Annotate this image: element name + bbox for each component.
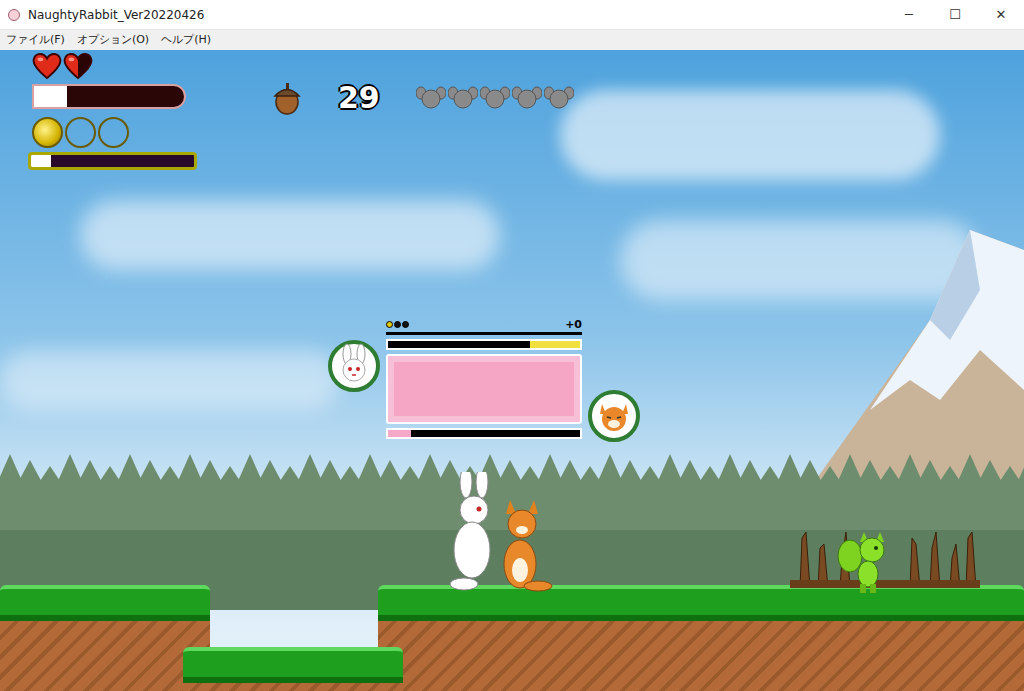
rabbit-head-icon — [448, 84, 478, 110]
cloud — [560, 90, 940, 180]
encounter-panel: +0 — [328, 318, 640, 442]
rabbit-head-icon — [544, 84, 574, 110]
charge-bar — [28, 152, 197, 170]
broken-fence — [790, 528, 980, 588]
pip — [402, 321, 409, 328]
menu-bar: ファイル(F)オプション(O)ヘルプ(H) — [0, 30, 1024, 50]
encounter-gauges: +0 — [386, 318, 582, 442]
meter-bar — [386, 428, 582, 439]
coin-slot — [65, 117, 96, 148]
window-control-button[interactable]: ☐ — [932, 0, 978, 30]
menu-item[interactable]: ヘルプ(H) — [155, 32, 217, 49]
lower-platform — [183, 647, 403, 691]
rabbit-head-icon — [416, 84, 446, 110]
menu-item[interactable]: オプション(O) — [71, 32, 155, 49]
pip — [386, 321, 393, 328]
stamina-bar — [386, 339, 582, 350]
acorn-count: 29 — [338, 80, 380, 116]
window-control-button[interactable]: ─ — [886, 0, 932, 30]
title-bar: NaughtyRabbit_Ver20220426─☐✕ — [0, 0, 1024, 30]
rabbit-head-icon — [512, 84, 542, 110]
hearts — [32, 52, 197, 80]
green-creature-sprite — [836, 526, 892, 594]
rabbit-head-icon — [480, 84, 510, 110]
game-canvas: 29 +0 — [0, 50, 1024, 691]
encounter-view — [386, 354, 582, 424]
encounter-score: +0 — [565, 318, 582, 331]
rabbit-face-icon — [328, 340, 380, 392]
player-characters — [428, 472, 558, 597]
acorn-counter: 29 — [272, 80, 380, 116]
green-creature — [836, 526, 892, 594]
menu-item[interactable]: ファイル(F) — [0, 32, 71, 49]
window-control-button[interactable]: ✕ — [978, 0, 1024, 30]
fox-face-icon — [588, 390, 640, 442]
cloud — [620, 220, 980, 300]
lives — [416, 84, 574, 110]
ground-platform — [0, 585, 210, 691]
characters-sprite — [428, 472, 558, 597]
heart-icon — [63, 52, 93, 80]
health-bar — [32, 84, 186, 109]
pip — [394, 321, 401, 328]
heart-icon — [32, 52, 62, 80]
coin-slot — [98, 117, 129, 148]
coin-slot — [32, 117, 63, 148]
acorn-icon — [272, 81, 302, 115]
window-title: NaughtyRabbit_Ver20220426 — [28, 6, 886, 24]
ground-platform — [378, 585, 1024, 691]
hud — [28, 52, 197, 170]
app-icon — [8, 9, 20, 21]
coins — [32, 117, 197, 148]
encounter-header: +0 — [386, 318, 582, 335]
cloud — [80, 200, 500, 270]
cloud — [0, 350, 340, 410]
app-window: NaughtyRabbit_Ver20220426─☐✕ファイル(F)オプション… — [0, 0, 1024, 691]
